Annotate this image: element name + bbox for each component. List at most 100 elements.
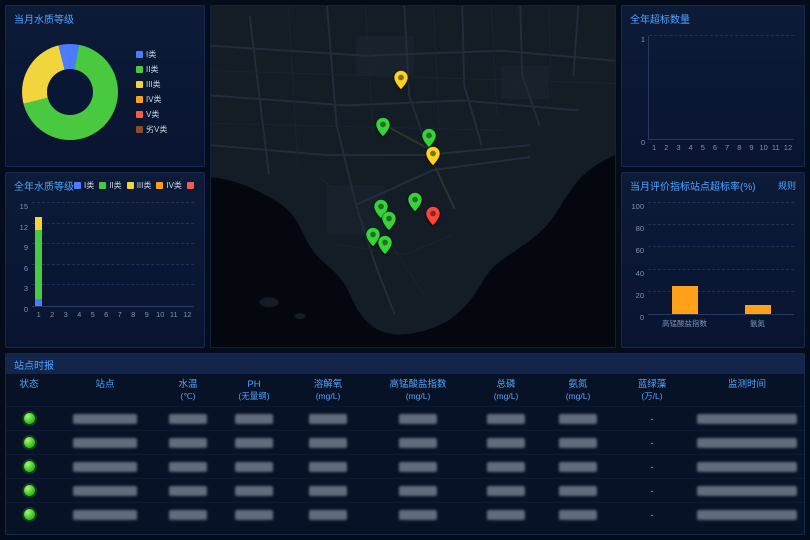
station-marker[interactable] xyxy=(375,117,390,142)
table-cell xyxy=(690,510,804,520)
column-header: 氨氮(mg/L) xyxy=(542,379,614,402)
panel-year-quality: 全年水质等级 I类II类III类IV类V类劣V类 03691215 123456… xyxy=(5,172,205,348)
table-titlebar: 站点时报 xyxy=(6,354,804,374)
legend-item[interactable]: III类 xyxy=(136,79,167,90)
x-axis-label: 3 xyxy=(59,310,73,319)
redacted-value xyxy=(559,462,597,472)
x-axis-label: 9 xyxy=(745,143,757,152)
y-axis-label: 60 xyxy=(636,246,644,255)
column-header: 溶解氧(mg/L) xyxy=(290,379,366,402)
table-cell xyxy=(218,462,290,472)
redacted-value xyxy=(487,438,525,448)
algae-value: - xyxy=(651,414,654,424)
table-cell xyxy=(218,438,290,448)
redacted-value xyxy=(399,510,437,520)
x-axis-label: 12 xyxy=(181,310,195,319)
table-row: - xyxy=(6,502,804,526)
x-axis-label: 7 xyxy=(721,143,733,152)
rules-link[interactable]: 规则 xyxy=(778,179,796,192)
station-marker[interactable] xyxy=(377,235,392,260)
legend-item[interactable]: IV类 xyxy=(136,94,167,105)
algae-value: - xyxy=(651,462,654,472)
x-axis-label: 5 xyxy=(86,310,100,319)
x-axis-label: 9 xyxy=(140,310,154,319)
table-cell xyxy=(52,462,158,472)
bar-slot xyxy=(648,203,721,314)
stacked-bar xyxy=(170,203,177,306)
redacted-value xyxy=(309,486,347,496)
table-cell xyxy=(290,462,366,472)
table-cell xyxy=(366,438,470,448)
redacted-site-name xyxy=(73,510,137,520)
legend-swatch xyxy=(136,66,143,73)
x-axis-label: 6 xyxy=(100,310,114,319)
rate-chart-xaxis: 高锰酸盐指数氨氮 xyxy=(648,318,794,329)
x-axis-label: 5 xyxy=(697,143,709,152)
map-canvas[interactable] xyxy=(210,5,616,348)
legend-item[interactable]: III类 xyxy=(127,180,152,191)
y-axis-label: 20 xyxy=(636,291,644,300)
redacted-site-name xyxy=(73,486,137,496)
annual-chart-xaxis: 123456789101112 xyxy=(32,310,194,319)
table-cell xyxy=(470,462,542,472)
legend-item[interactable]: II类 xyxy=(99,180,121,191)
table-cell: - xyxy=(614,438,690,448)
station-marker[interactable] xyxy=(426,206,441,231)
table-cell xyxy=(158,510,218,520)
stacked-bar xyxy=(89,203,96,306)
redacted-value xyxy=(487,462,525,472)
redacted-value xyxy=(169,486,207,496)
y-axis-label: 0 xyxy=(640,313,644,322)
legend-item[interactable]: IV类 xyxy=(156,180,182,191)
legend-item[interactable]: I类 xyxy=(136,49,167,60)
panel-month-rate: 当月评价指标站点超标率(%) 规则 020406080100 高锰酸盐指数氨氮 xyxy=(621,172,805,348)
y-axis-label: 40 xyxy=(636,269,644,278)
panel-header: 当月评价指标站点超标率(%) 规则 xyxy=(622,173,804,195)
column-header: 水温(℃) xyxy=(158,379,218,402)
column-header: 站点 xyxy=(52,379,158,402)
annual-legend: I类II类III类IV类V类劣V类 xyxy=(74,180,196,191)
redacted-value xyxy=(169,462,207,472)
column-header-line1: 总磷 xyxy=(496,379,515,390)
rate-bar xyxy=(672,286,698,314)
station-marker[interactable] xyxy=(408,192,423,217)
table-row: - xyxy=(6,406,804,430)
bar-slot xyxy=(127,203,141,306)
legend-item[interactable]: 劣V类 xyxy=(136,124,167,135)
y-axis-label: 0 xyxy=(24,305,28,314)
status-indicator xyxy=(24,413,35,424)
station-marker[interactable] xyxy=(426,146,441,171)
gridline xyxy=(649,35,794,36)
redacted-value xyxy=(487,510,525,520)
legend-label: I类 xyxy=(146,49,156,60)
station-marker[interactable] xyxy=(381,211,396,236)
stacked-bar xyxy=(103,203,110,306)
column-header-line2: (mg/L) xyxy=(542,391,614,402)
legend-swatch xyxy=(99,182,106,189)
station-marker[interactable] xyxy=(393,70,408,95)
redacted-value xyxy=(235,414,273,424)
table-cell xyxy=(52,510,158,520)
x-axis-label: 1 xyxy=(648,143,660,152)
table-cell xyxy=(6,509,52,520)
bar-segment xyxy=(35,230,42,299)
legend-label: IV类 xyxy=(146,94,162,105)
bar-slot xyxy=(32,203,46,306)
annual-chart-plot: 03691215 xyxy=(32,203,194,307)
redacted-timestamp xyxy=(697,414,797,424)
basemap xyxy=(211,6,615,347)
redacted-value xyxy=(559,486,597,496)
stacked-bar xyxy=(184,203,191,306)
table-row: - xyxy=(6,454,804,478)
table-cell xyxy=(470,510,542,520)
column-header-line2: (mg/L) xyxy=(470,391,542,402)
legend-item[interactable]: I类 xyxy=(74,180,94,191)
x-axis-label: 4 xyxy=(685,143,697,152)
bar-slot xyxy=(154,203,168,306)
column-header-line1: 溶解氧 xyxy=(314,379,343,390)
column-header: 监测时间 xyxy=(690,379,804,402)
legend-item[interactable]: II类 xyxy=(136,64,167,75)
table-cell xyxy=(6,413,52,424)
legend-item[interactable]: V类 xyxy=(187,180,196,191)
legend-item[interactable]: V类 xyxy=(136,109,167,120)
